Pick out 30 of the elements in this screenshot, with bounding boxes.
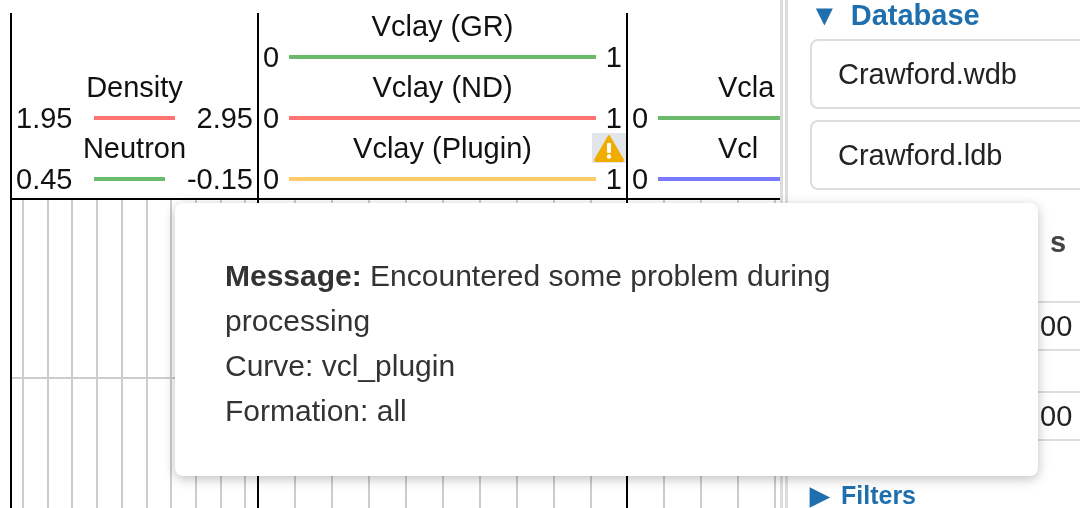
scale-max: 2.95 — [196, 103, 253, 133]
input-field[interactable]: Crawford.wdb — [810, 39, 1080, 109]
caret-icon: ▶ — [810, 481, 829, 508]
tooltip-text: Curve: vcl_plugin — [225, 348, 457, 384]
section-header[interactable]: ▼ Database — [810, 0, 980, 32]
scale-min: 0 — [263, 42, 280, 72]
curve-name: Vclay (GR) — [371, 10, 514, 42]
scale-min: 0.45 — [16, 164, 73, 194]
curve-name: Vclay (Plugin) — [353, 132, 532, 164]
section-header[interactable]: s — [810, 226, 1067, 258]
warning-icon[interactable] — [592, 133, 626, 163]
scale-min: 0 — [632, 164, 649, 194]
curve-name: Neutron — [82, 132, 187, 164]
caret-icon: ▼ — [810, 0, 839, 32]
tooltip-text: Formation: all — [225, 393, 408, 429]
scale-min: 0 — [263, 103, 280, 133]
scale-min: 1.95 — [16, 103, 73, 133]
curve-name: Vcl — [718, 132, 759, 164]
curve-name: Density — [86, 71, 183, 103]
scale-max: 1 — [605, 42, 622, 72]
input-field[interactable]: Crawford.ldb — [810, 120, 1080, 190]
scale-min: 0 — [632, 103, 649, 133]
scale-max: 1 — [605, 103, 622, 133]
scale-max: 1 — [605, 164, 622, 194]
scale-max: -0.15 — [186, 164, 253, 194]
tooltip-text: Message: Encountered some problem during processing — [225, 258, 832, 339]
curve-name: Vclay (ND) — [372, 71, 513, 103]
scale-min: 0 — [263, 164, 280, 194]
section-header[interactable]: ▶ Filters — [810, 481, 917, 508]
curve-name: Vcla — [718, 71, 775, 103]
